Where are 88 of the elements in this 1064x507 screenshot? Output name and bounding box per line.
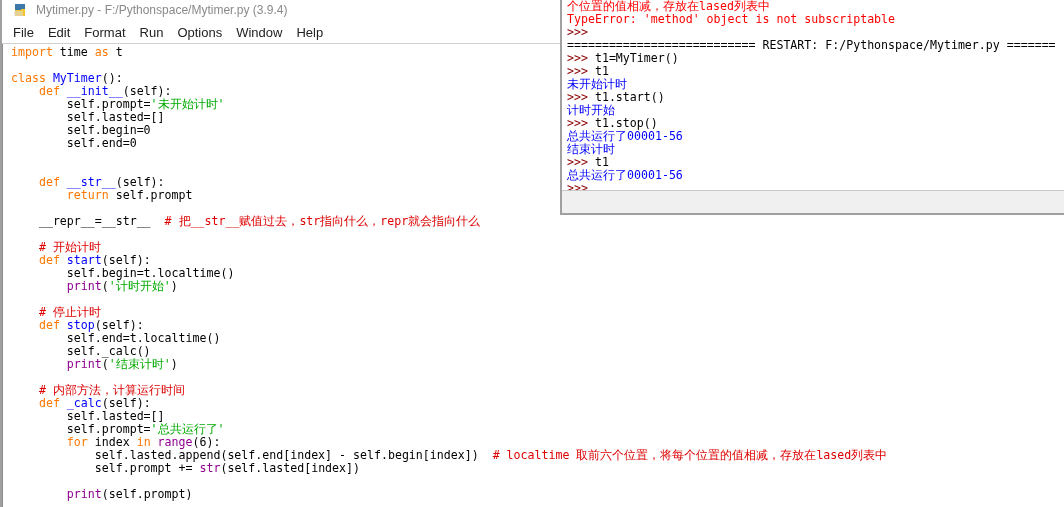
code-token: # 开始计时 xyxy=(37,240,101,254)
code-token: time xyxy=(58,45,89,59)
code-token: str xyxy=(199,461,221,475)
code-token: def xyxy=(37,84,60,98)
code-token: start xyxy=(65,253,102,267)
code-token: (self.lasted[index]) xyxy=(220,461,361,475)
shell-text: t1.start() xyxy=(593,90,665,104)
shell-text: t1=MyTimer() xyxy=(593,51,679,65)
code-token: t xyxy=(114,45,123,59)
code-token: ) xyxy=(170,279,178,293)
code-token: (self): xyxy=(115,175,165,189)
code-token: # localtime 取前六个位置，将每个位置的值相减，存放在lased列表中 xyxy=(491,448,888,462)
code-token: # 停止计时 xyxy=(37,305,101,319)
code-token: __str__ xyxy=(65,175,116,189)
code-token: '结束计时' xyxy=(108,357,171,371)
code-token: ( xyxy=(101,357,109,371)
code-token: (self): xyxy=(122,84,172,98)
menu-item[interactable]: Options xyxy=(170,22,230,42)
shell-text: t1 xyxy=(593,64,609,78)
code-token: (6): xyxy=(192,435,221,449)
code-token: for xyxy=(65,435,88,449)
code-token: (): xyxy=(101,71,123,85)
code-token: def xyxy=(37,175,60,189)
code-token: return xyxy=(65,188,109,202)
code-token: self.prompt += xyxy=(93,461,193,475)
shell-text: t1 xyxy=(593,155,609,169)
shell-text: 个位置的值相减，存放在lased列表中 xyxy=(567,0,770,13)
code-token: self.begin=0 xyxy=(65,123,151,137)
code-token: ( xyxy=(101,279,109,293)
code-token: print xyxy=(65,487,102,501)
menu-item[interactable]: Window xyxy=(229,22,290,42)
shell-text: TypeError: 'method' object is not subscriptable xyxy=(567,12,896,26)
shell-text: 未开始计时 xyxy=(567,77,627,91)
code-token: def xyxy=(37,253,60,267)
code-token: self.prompt= xyxy=(65,422,151,436)
code-token: self.end=0 xyxy=(65,136,137,150)
code-token: print xyxy=(65,279,102,293)
code-token: self.begin=t.localtime() xyxy=(65,266,235,280)
shell-text: >>> xyxy=(567,64,588,78)
menu-item[interactable]: Format xyxy=(77,22,133,42)
shell-text: 总共运行了00001-56 xyxy=(567,168,683,182)
menu-item[interactable]: File xyxy=(6,22,41,42)
code-token: stop xyxy=(65,318,95,332)
code-token: (self.prompt) xyxy=(101,487,193,501)
code-token: index xyxy=(94,435,130,449)
code-token: '计时开始' xyxy=(108,279,171,293)
shell-text: =========================== RESTART: F:/Pythonspace/Mytimer.py ======= xyxy=(567,38,1056,52)
shell-text: >>> xyxy=(567,90,588,104)
app-icon xyxy=(12,2,28,18)
menu-item[interactable]: Run xyxy=(132,22,171,42)
code-token: '总共运行了' xyxy=(150,422,225,436)
code-token: import xyxy=(11,45,53,59)
code-token: self.prompt= xyxy=(65,97,151,111)
shell-text: 计时开始 xyxy=(567,103,615,117)
shell-text: >>> xyxy=(567,155,588,169)
code-token: (self): xyxy=(101,253,151,267)
code-token: self.lasted.append(self.end[index] - self.begin[index]) xyxy=(93,448,479,462)
code-token: __repr__=__str__ xyxy=(37,214,151,228)
code-token: def xyxy=(37,318,60,332)
menu-item[interactable]: Edit xyxy=(40,22,78,42)
code-token: _calc xyxy=(65,396,102,410)
menu-item[interactable]: Help xyxy=(289,22,331,42)
code-token: (self): xyxy=(101,396,151,410)
code-token: '未开始计时' xyxy=(150,97,225,111)
code-token: self.lasted=[] xyxy=(65,409,165,423)
code-token: self.prompt xyxy=(115,188,193,202)
shell-text: >>> xyxy=(567,25,588,39)
code-token: class xyxy=(11,71,46,85)
code-token: MyTimer xyxy=(51,71,102,85)
shell-text: t1.stop() xyxy=(594,116,658,130)
code-token: print xyxy=(65,357,102,371)
code-token: # 内部方法，计算运行时间 xyxy=(37,383,185,397)
code-token: self.lasted=[] xyxy=(65,110,165,124)
code-token: # 把__str__赋值过去，str指向什么，repr就会指向什么 xyxy=(163,214,481,228)
code-token: range xyxy=(156,435,193,449)
code-token: (self): xyxy=(94,318,144,332)
shell-text: >>> xyxy=(567,51,588,65)
code-token: def xyxy=(37,396,60,410)
shell-text: 总共运行了00001-56 xyxy=(567,129,683,143)
code-token: in xyxy=(136,435,151,449)
code-token: self._calc() xyxy=(65,344,151,358)
code-token: self.end=t.localtime() xyxy=(65,331,221,345)
code-token: ) xyxy=(170,357,178,371)
window-title: Mytimer.py - F:/Pythonspace/Mytimer.py (3.9.4) xyxy=(36,3,288,17)
code-token: __init__ xyxy=(66,84,123,98)
code-token: as xyxy=(94,45,109,59)
shell-text: 结束计时 xyxy=(567,142,615,156)
shell-text: >>> xyxy=(567,116,588,130)
